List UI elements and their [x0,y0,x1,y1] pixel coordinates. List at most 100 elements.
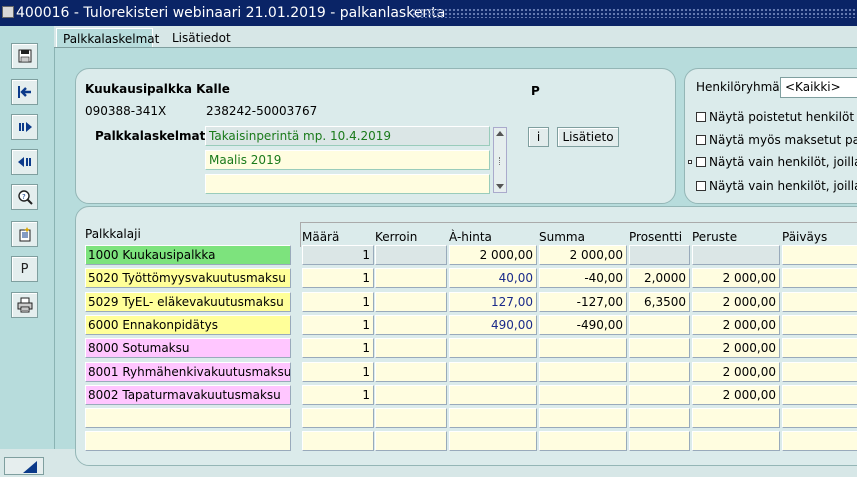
cell-maara[interactable]: 1 [302,362,374,382]
info-button[interactable]: i [528,127,549,147]
cell-ahinta[interactable]: 127,00 [449,292,537,312]
cell-peruste[interactable] [692,431,780,451]
show-only-with-2-checkbox[interactable] [696,181,706,191]
cell-maara[interactable]: 1 [302,245,374,265]
cell-peruste[interactable]: 2 000,00 [692,338,780,358]
row-label[interactable]: 5029 TyEL- eläkevakuutusmaksu [85,292,291,312]
cell-summa[interactable]: -40,00 [539,268,627,288]
print-icon[interactable] [11,292,38,318]
cell-maara[interactable] [302,408,374,428]
cell-prosentti[interactable] [629,431,690,451]
toolbar: ? P [0,26,55,475]
cell-prosentti[interactable] [629,362,690,382]
cell-kerroin[interactable] [375,268,447,288]
cell-ahinta[interactable] [449,338,537,358]
row-label[interactable]: 8002 Tapaturmavakuutusmaksu [85,385,291,405]
save-icon[interactable] [11,43,38,69]
cell-prosentti[interactable]: 6,3500 [629,292,690,312]
tab-lisatiedot[interactable]: Lisätiedot [164,28,239,48]
row-label[interactable] [85,408,291,428]
cell-paivays[interactable] [782,385,857,405]
cell-maara[interactable]: 1 [302,338,374,358]
show-paid-checkbox[interactable] [696,135,706,145]
cell-peruste[interactable]: 2 000,00 [692,362,780,382]
cell-ahinta[interactable]: 490,00 [449,315,537,335]
cell-maara[interactable]: 1 [302,315,374,335]
cell-kerroin[interactable] [375,292,447,312]
calc-list-scrollbar[interactable] [493,127,507,193]
cell-maara[interactable]: 1 [302,292,374,312]
cell-ahinta[interactable] [449,362,537,382]
cell-maara[interactable] [302,431,374,451]
cell-ahinta[interactable] [449,408,537,428]
cell-kerroin[interactable] [375,362,447,382]
cell-paivays[interactable] [782,362,857,382]
cell-kerroin[interactable] [375,315,447,335]
cell-maara[interactable]: 1 [302,385,374,405]
row-label[interactable]: 6000 Ennakonpidätys [85,315,291,335]
cell-summa[interactable] [539,385,627,405]
cell-kerroin[interactable] [375,408,447,428]
cell-kerroin[interactable] [375,338,447,358]
cell-paivays[interactable] [782,268,857,288]
scroll-up-icon[interactable] [496,131,504,136]
cell-summa[interactable] [539,362,627,382]
cell-maara[interactable]: 1 [302,268,374,288]
cell-prosentti[interactable] [629,245,690,265]
calc-list-item[interactable] [205,174,490,194]
scroll-down-icon[interactable] [496,184,504,189]
cell-paivays[interactable] [782,338,857,358]
cell-peruste[interactable]: 2 000,00 [692,315,780,335]
cell-prosentti[interactable] [629,385,690,405]
cell-peruste[interactable]: 2 000,00 [692,385,780,405]
cell-summa[interactable] [539,408,627,428]
cell-paivays[interactable] [782,315,857,335]
scroll-grip-icon[interactable] [499,157,502,165]
show-deleted-checkbox[interactable] [696,112,706,122]
cell-kerroin[interactable] [375,385,447,405]
search-icon[interactable]: ? [11,184,38,210]
previous-record-icon[interactable] [11,149,38,175]
cell-peruste[interactable]: 2 000,00 [692,292,780,312]
cell-summa[interactable]: -490,00 [539,315,627,335]
cell-summa[interactable] [539,431,627,451]
cell-ahinta[interactable]: 40,00 [449,268,537,288]
calc-list-item[interactable]: Takaisinperintä mp. 10.4.2019 [205,126,490,146]
cell-prosentti[interactable] [629,408,690,428]
calc-list-item[interactable]: Maalis 2019 [205,150,490,170]
cell-paivays[interactable] [782,408,857,428]
cell-summa[interactable]: 2 000,00 [539,245,627,265]
cell-kerroin[interactable] [375,245,447,265]
more-info-button[interactable]: Lisätieto [557,127,619,147]
cell-ahinta[interactable] [449,385,537,405]
cell-prosentti[interactable] [629,338,690,358]
cell-peruste[interactable]: 2 000,00 [692,268,780,288]
row-label[interactable]: 8000 Sotumaksu [85,338,291,358]
cell-prosentti[interactable] [629,315,690,335]
next-record-icon[interactable] [11,114,38,140]
row-label[interactable]: 5020 Työttömyysvakuutusmaksu [85,268,291,288]
row-label[interactable]: 8001 Ryhmähenkivakuutusmaksu [85,362,291,382]
group-select[interactable]: <Kaikki> [780,77,857,98]
cell-peruste[interactable] [692,408,780,428]
exit-icon[interactable] [11,79,38,105]
cell-paivays[interactable] [782,431,857,451]
cell-paivays[interactable] [782,245,857,265]
show-paid-label: Näytä myös maksetut pal [709,133,857,147]
new-record-icon[interactable] [11,221,38,247]
cell-ahinta[interactable] [449,431,537,451]
p-icon[interactable]: P [11,256,38,282]
cell-kerroin[interactable] [375,431,447,451]
cell-paivays[interactable] [782,292,857,312]
calc-list-label: Palkkalaskelmat [95,129,206,143]
row-label[interactable] [85,431,291,451]
cell-peruste[interactable] [692,245,780,265]
cell-summa[interactable]: -127,00 [539,292,627,312]
show-only-with-checkbox[interactable] [696,157,706,167]
cell-summa[interactable] [539,338,627,358]
section-label: Palkkalaji [85,227,141,241]
tab-palkkalaskelmat[interactable]: Palkkalaskelmat [56,28,159,48]
row-label[interactable]: 1000 Kuukausipalkka [85,245,291,265]
cell-ahinta[interactable]: 2 000,00 [449,245,537,265]
cell-prosentti[interactable]: 2,0000 [629,268,690,288]
